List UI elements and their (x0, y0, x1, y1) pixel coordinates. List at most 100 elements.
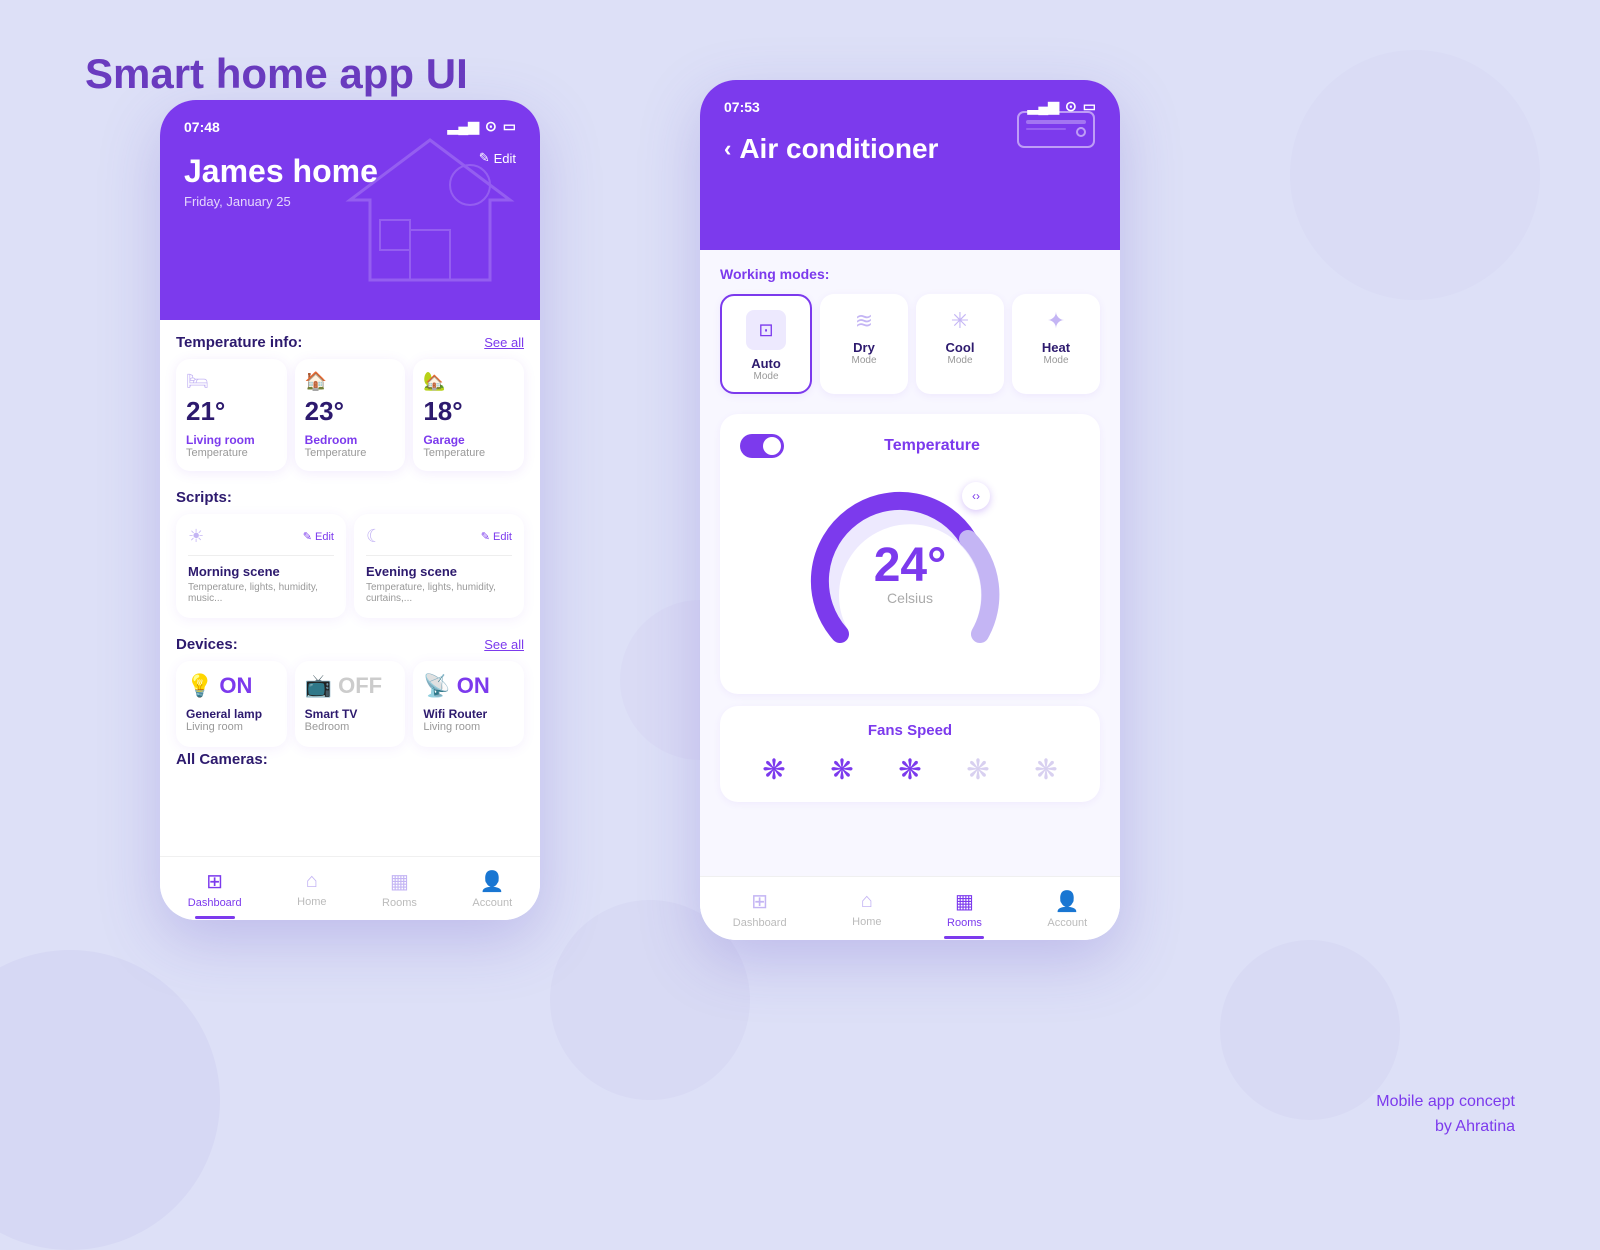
tv-name: Smart TV (305, 707, 396, 721)
mode-auto[interactable]: ⊡ Auto Mode (720, 294, 812, 394)
evening-scene-desc: Temperature, lights, humidity, curtains,… (366, 582, 512, 604)
temp-label-bedroom: Temperature (305, 447, 396, 459)
tv-icon: 📺 (305, 673, 332, 699)
wifi-status: 📡 ON (423, 673, 514, 699)
scripts-title: Scripts: (176, 489, 232, 506)
phone1-header: 07:48 ▂▄▆ ⊙ ▭ James home Friday, January… (160, 100, 540, 320)
morning-scene-name: Morning scene (188, 564, 334, 579)
temp-room-living: Living room (186, 433, 277, 447)
lamp-status: 💡 ON (186, 673, 277, 699)
lamp-room: Living room (186, 721, 277, 733)
temp-value-garage: 18° (423, 396, 514, 427)
dial-temperature: 24° (874, 542, 947, 590)
fan-icon-2[interactable]: ❋ (830, 753, 853, 786)
fan-icon-5[interactable]: ❋ (1034, 753, 1057, 786)
temp-room-garage: Garage (423, 433, 514, 447)
edit-button[interactable]: ✎ Edit (479, 150, 516, 166)
fan-icon-1[interactable]: ❋ (762, 753, 785, 786)
script-evening[interactable]: ☾ ✎ Edit Evening scene Temperature, ligh… (354, 514, 524, 618)
temp-label-living: Temperature (186, 447, 277, 459)
lamp-name: General lamp (186, 707, 277, 721)
devices-see-all[interactable]: See all (484, 637, 524, 652)
dial-handle[interactable]: ‹› (962, 482, 990, 510)
wifi-name: Wifi Router (423, 707, 514, 721)
fans-row: ❋ ❋ ❋ ❋ ❋ (740, 753, 1080, 786)
devices-section-header: Devices: See all (176, 622, 524, 661)
tv-status: 📺 OFF (305, 673, 396, 699)
temp-card-bedroom[interactable]: 🏠 23° Bedroom Temperature (295, 359, 406, 471)
dial-unit: Celsius (874, 590, 947, 606)
heat-mode-name: Heat (1020, 340, 1092, 355)
back-button[interactable]: ‹ (724, 136, 731, 162)
cool-mode-sub: Mode (924, 355, 996, 366)
nav-account-1[interactable]: 👤 Account (472, 869, 512, 909)
fan-icon-4[interactable]: ❋ (966, 753, 989, 786)
heat-mode-sub: Mode (1020, 355, 1092, 366)
auto-icon: ⊡ (758, 320, 773, 341)
fan-icon-3[interactable]: ❋ (898, 753, 921, 786)
temperature-cards: 🛏 21° Living room Temperature 🏠 23° Bedr… (176, 359, 524, 471)
nav-home-1[interactable]: ⌂ Home (297, 870, 326, 908)
dry-mode-sub: Mode (828, 355, 900, 366)
nav-rooms-1[interactable]: ▦ Rooms (382, 869, 417, 909)
garage-icon: 🏡 (423, 371, 514, 392)
nav-account-2[interactable]: 👤 Account (1047, 889, 1087, 929)
house-icon: 🏠 (305, 371, 396, 392)
temp-control-header: Temperature (740, 434, 1080, 458)
scripts-section-header: Scripts: (176, 475, 524, 514)
nav-home-2[interactable]: ⌂ Home (852, 890, 881, 928)
morning-edit-btn[interactable]: ✎ Edit (303, 530, 334, 543)
auto-mode-sub: Mode (730, 371, 802, 382)
morning-scene-desc: Temperature, lights, humidity, music... (188, 582, 334, 604)
phone2-header: 07:53 ▂▄▆ ⊙ ▭ ‹ Air conditioner (700, 80, 1120, 250)
temperature-section-title: Temperature info: (176, 334, 302, 351)
temperature-toggle[interactable] (740, 434, 784, 458)
bottom-nav-2: ⊞ Dashboard ⌂ Home ▦ Rooms 👤 Account (700, 876, 1120, 940)
nav-account-label-2: Account (1047, 917, 1087, 929)
evening-edit-btn[interactable]: ✎ Edit (481, 530, 512, 543)
dashboard-icon-1: ⊞ (206, 869, 223, 894)
fans-section: Fans Speed ❋ ❋ ❋ ❋ ❋ (720, 706, 1100, 802)
device-wifi[interactable]: 📡 ON Wifi Router Living room (413, 661, 524, 747)
cool-mode-name: Cool (924, 340, 996, 355)
fans-speed-title: Fans Speed (740, 722, 1080, 739)
nav-rooms-label-2: Rooms (947, 917, 982, 929)
temperature-see-all[interactable]: See all (484, 335, 524, 350)
rooms-icon-2: ▦ (955, 889, 974, 914)
cool-icon: ✳ (924, 308, 996, 334)
temp-card-living[interactable]: 🛏 21° Living room Temperature (176, 359, 287, 471)
temp-label-garage: Temperature (423, 447, 514, 459)
temperature-dial[interactable]: 24° Celsius ‹› (810, 474, 1010, 674)
moon-icon: ☾ (366, 526, 382, 547)
heat-icon: ✦ (1020, 308, 1092, 334)
ac-title-text: Air conditioner (739, 133, 938, 165)
nav-dashboard-1[interactable]: ⊞ Dashboard (188, 869, 242, 909)
temp-card-garage[interactable]: 🏡 18° Garage Temperature (413, 359, 524, 471)
device-cards: 💡 ON General lamp Living room 📺 OFF Smar… (176, 661, 524, 747)
home-icon-1: ⌂ (306, 870, 318, 893)
dial-value: 24° Celsius (874, 542, 947, 606)
nav-rooms-label-1: Rooms (382, 897, 417, 909)
device-tv[interactable]: 📺 OFF Smart TV Bedroom (295, 661, 406, 747)
phone1: 07:48 ▂▄▆ ⊙ ▭ James home Friday, January… (160, 100, 540, 920)
mode-heat[interactable]: ✦ Heat Mode (1012, 294, 1100, 394)
wifi-room: Living room (423, 721, 514, 733)
device-lamp[interactable]: 💡 ON General lamp Living room (176, 661, 287, 747)
mode-cool[interactable]: ✳ Cool Mode (916, 294, 1004, 394)
brand-text: Mobile app concept by Ahratina (1376, 1089, 1515, 1140)
script-morning[interactable]: ☀ ✎ Edit Morning scene Temperature, ligh… (176, 514, 346, 618)
nav-rooms-2[interactable]: ▦ Rooms (947, 889, 982, 929)
mode-dry[interactable]: ≋ Dry Mode (820, 294, 908, 394)
phone2-body: Working modes: ⊡ Auto Mode ≋ Dry Mode ✳ … (700, 250, 1120, 876)
phone1-body: Temperature info: See all 🛏 21° Living r… (160, 320, 540, 856)
phone2: 07:53 ▂▄▆ ⊙ ▭ ‹ Air conditioner Working … (700, 80, 1120, 940)
auto-icon-box: ⊡ (746, 310, 786, 350)
mode-cards: ⊡ Auto Mode ≋ Dry Mode ✳ Cool Mode ✦ (720, 294, 1100, 394)
temperature-section-header: Temperature info: See all (176, 320, 524, 359)
nav-active-indicator-2 (944, 936, 984, 939)
nav-dashboard-2[interactable]: ⊞ Dashboard (733, 889, 787, 929)
script-cards: ☀ ✎ Edit Morning scene Temperature, ligh… (176, 514, 524, 618)
time-1: 07:48 (184, 119, 220, 135)
account-icon-1: 👤 (480, 869, 505, 894)
time-2: 07:53 (724, 99, 760, 115)
